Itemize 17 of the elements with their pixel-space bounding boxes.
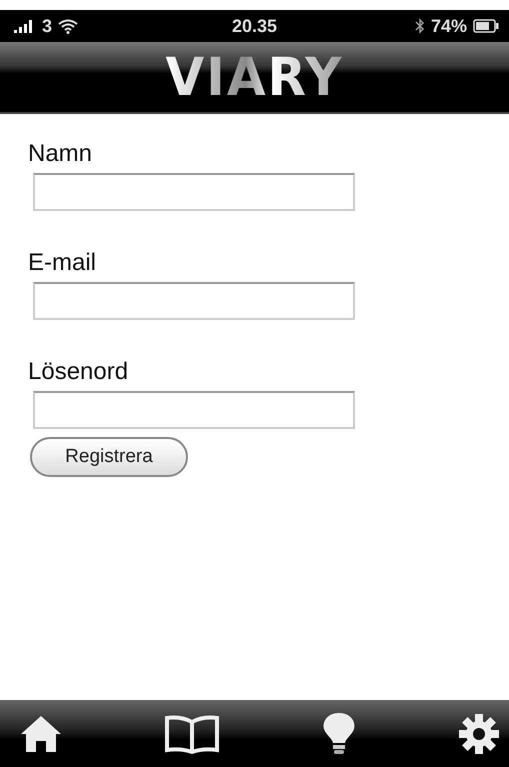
- wifi-icon: [58, 18, 78, 34]
- clock-text: 20.35: [232, 16, 278, 36]
- field-label: E-mail: [28, 249, 98, 277]
- field-label: Lösenord: [28, 358, 130, 386]
- settings-icon[interactable]: [456, 712, 500, 756]
- battery-text: 74%: [430, 16, 467, 36]
- input-field[interactable]: [33, 391, 355, 429]
- lightbulb-icon[interactable]: [320, 712, 356, 756]
- bluetooth-icon: [414, 18, 425, 34]
- battery-icon: [473, 19, 499, 33]
- input-field[interactable]: [33, 282, 355, 320]
- register-button[interactable]: Registrera: [30, 437, 188, 477]
- field-label: Namn: [28, 140, 94, 168]
- book-icon[interactable]: [162, 714, 220, 754]
- carrier-text: 3: [42, 16, 52, 36]
- home-icon[interactable]: [18, 714, 62, 754]
- input-field[interactable]: [33, 173, 355, 211]
